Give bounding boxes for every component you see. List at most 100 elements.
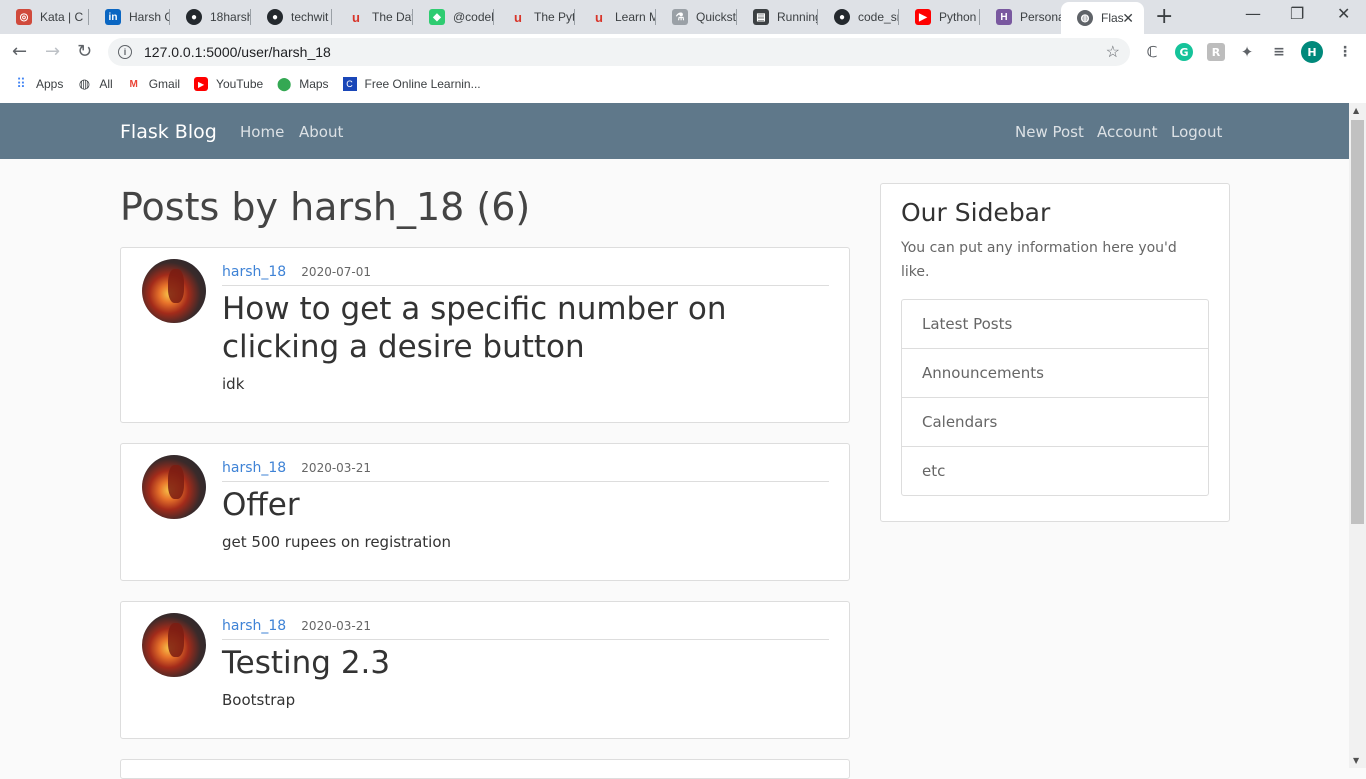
nav-logout[interactable]: Logout: [1171, 123, 1222, 141]
browser-tab[interactable]: ● techwit: [251, 0, 332, 34]
grammarly-icon[interactable]: G: [1175, 43, 1193, 61]
extension-icon[interactable]: R: [1207, 43, 1225, 61]
browser-toolbar: ← → ↻ i 127.0.0.1:5000/user/harsh_18 ☆ ℂ…: [0, 34, 1366, 70]
linkedin-icon: in: [105, 9, 121, 25]
page-title: Posts by harsh_18 (6): [120, 185, 531, 229]
browser-tab[interactable]: u The Pyt: [494, 0, 575, 34]
scroll-down-icon[interactable]: ▼: [1353, 756, 1359, 765]
github-icon: ●: [267, 9, 283, 25]
globe-icon: ◍: [1077, 10, 1093, 26]
extension-icon[interactable]: ℂ: [1143, 43, 1161, 61]
bookmark-learning[interactable]: C Free Online Learnin...: [342, 77, 481, 91]
post-card: [120, 759, 850, 779]
author-link[interactable]: harsh_18: [222, 460, 286, 476]
close-tab-icon[interactable]: ✕: [1122, 10, 1134, 27]
nav-home[interactable]: Home: [240, 123, 284, 141]
sidebar: Our Sidebar You can put any information …: [880, 183, 1230, 522]
codechef-icon: ◆: [429, 9, 445, 25]
forward-icon[interactable]: →: [45, 41, 60, 62]
url-text[interactable]: 127.0.0.1:5000/user/harsh_18: [144, 44, 331, 60]
post-title[interactable]: Offer: [222, 486, 833, 524]
post-content: idk: [222, 375, 245, 393]
browser-tab-active[interactable]: ◍ Flas ✕: [1061, 2, 1144, 34]
browser-tab[interactable]: ◆ @codeh: [413, 0, 494, 34]
bookmarks-bar: ⠿ Apps ◍ All M Gmail ▶ YouTube ⬤ Maps C Free O…: [0, 70, 1366, 98]
bookmark-youtube[interactable]: ▶ YouTube: [194, 77, 263, 91]
browser-tab[interactable]: ● 18harsh: [170, 0, 251, 34]
nav-about[interactable]: About: [299, 123, 343, 141]
doc-icon: ▤: [753, 9, 769, 25]
browser-tab[interactable]: ⚗ Quickst: [656, 0, 737, 34]
browser-tab[interactable]: u Learn M: [575, 0, 656, 34]
new-tab-icon[interactable]: +: [1155, 4, 1173, 29]
youtube-icon: ▶: [915, 9, 931, 25]
bookmark-maps[interactable]: ⬤ Maps: [276, 76, 329, 91]
nav-account[interactable]: Account: [1097, 123, 1158, 141]
author-link[interactable]: harsh_18: [222, 618, 286, 634]
browser-tab[interactable]: ● code_sr: [818, 0, 899, 34]
minimize-icon[interactable]: —: [1245, 4, 1261, 23]
sidebar-text: You can put any information here you'd l…: [901, 240, 1177, 280]
post-meta: harsh_18 2020-07-01: [222, 261, 829, 286]
udemy-icon: u: [595, 9, 603, 25]
heroku-icon: H: [996, 9, 1012, 25]
puzzle-extensions-icon[interactable]: ✦: [1238, 43, 1256, 61]
site-navbar: Flask Blog Home About New Post Account L…: [0, 103, 1349, 159]
apps-grid-icon: ⠿: [16, 76, 26, 91]
author-avatar: [142, 613, 206, 677]
post-title[interactable]: Testing 2.3: [222, 644, 833, 682]
sidebar-item-calendars[interactable]: Calendars: [902, 398, 1208, 447]
scrollbar-thumb[interactable]: [1351, 120, 1364, 524]
github-icon: ●: [834, 9, 850, 25]
udemy-icon: u: [352, 9, 360, 25]
youtube-icon: ▶: [194, 77, 209, 91]
browser-tab[interactable]: H Persona: [980, 0, 1061, 34]
post-date: 2020-03-21: [301, 619, 372, 633]
github-icon: ●: [186, 9, 202, 25]
close-window-icon[interactable]: ✕: [1337, 4, 1350, 23]
tab-strip: ◎ Kata | C in Harsh G ● 18harsh ● techwi…: [0, 0, 1366, 34]
bookmark-star-icon[interactable]: ☆: [1106, 42, 1120, 62]
browser-tab[interactable]: ◎ Kata | C: [0, 0, 89, 34]
back-icon[interactable]: ←: [12, 41, 27, 62]
globe-icon: ◍: [78, 76, 91, 91]
author-link[interactable]: harsh_18: [222, 264, 286, 280]
page-scrollbar[interactable]: ▲ ▼: [1349, 103, 1366, 768]
sidebar-item-latest-posts[interactable]: Latest Posts: [902, 300, 1208, 349]
media-control-icon[interactable]: ≡: [1270, 43, 1288, 61]
sidebar-title: Our Sidebar: [901, 198, 1051, 227]
post-date: 2020-07-01: [301, 265, 372, 279]
menu-kebab-icon[interactable]: ⋮: [1336, 43, 1354, 61]
browser-chrome: ◎ Kata | C in Harsh G ● 18harsh ● techwi…: [0, 0, 1366, 103]
post-content: get 500 rupees on registration: [222, 533, 452, 551]
address-bar[interactable]: i 127.0.0.1:5000/user/harsh_18 ☆: [108, 38, 1130, 66]
post-title[interactable]: How to get a specific number on clicking…: [222, 290, 833, 366]
bookmark-gmail[interactable]: M Gmail: [127, 77, 181, 91]
nav-new-post[interactable]: New Post: [1015, 123, 1084, 141]
bookmark-all[interactable]: ◍ All: [77, 76, 113, 91]
post-card: harsh_18 2020-03-21 Testing 2.3 Bootstra…: [120, 601, 850, 739]
gmail-icon: M: [129, 78, 138, 90]
sidebar-list: Latest Posts Announcements Calendars etc: [901, 299, 1209, 496]
browser-tab[interactable]: ▶ Python: [899, 0, 980, 34]
restore-icon[interactable]: ❐: [1290, 4, 1304, 23]
profile-avatar[interactable]: H: [1301, 41, 1323, 63]
browser-tab[interactable]: ▤ Running: [737, 0, 818, 34]
post-meta: harsh_18 2020-03-21: [222, 457, 829, 482]
sidebar-item-announcements[interactable]: Announcements: [902, 349, 1208, 398]
scroll-up-icon[interactable]: ▲: [1353, 106, 1359, 115]
sidebar-item-etc[interactable]: etc: [902, 447, 1208, 495]
author-avatar: [142, 455, 206, 519]
post-meta: harsh_18 2020-03-21: [222, 615, 829, 640]
udemy-icon: u: [514, 9, 522, 25]
brand-link[interactable]: Flask Blog: [120, 121, 217, 143]
site-info-icon[interactable]: i: [118, 45, 132, 59]
bookmark-apps[interactable]: ⠿ Apps: [14, 76, 63, 91]
post-content: Bootstrap: [222, 691, 296, 709]
post-card: harsh_18 2020-07-01 How to get a specifi…: [120, 247, 850, 423]
browser-tab[interactable]: in Harsh G: [89, 0, 170, 34]
maps-icon: ⬤: [276, 76, 292, 91]
flask-icon: ⚗: [672, 9, 688, 25]
reload-icon[interactable]: ↻: [77, 41, 92, 62]
browser-tab[interactable]: u The Dat: [332, 0, 413, 34]
